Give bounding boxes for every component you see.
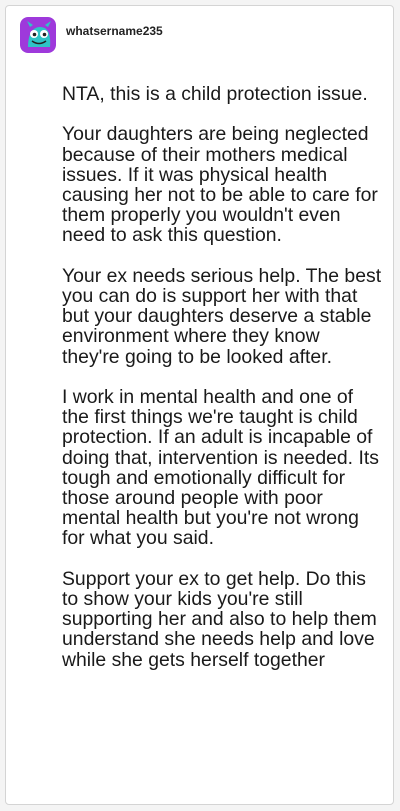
comment-paragraph: Your daughters are being neglected becau… — [62, 123, 378, 247]
comment-paragraph: NTA, this is a child protection issue. — [62, 83, 368, 105]
comment-paragraph: Support your ex to get help. Do this to … — [62, 567, 377, 671]
username[interactable]: whatsername235 — [66, 24, 163, 38]
comment-header: whatsername235 — [20, 17, 163, 53]
comment-paragraph: I work in mental health and one of the f… — [62, 386, 379, 550]
comment-paragraph: Your ex needs serious help. The best you… — [62, 264, 382, 368]
comment-card: whatsername235 NTA, this is a child prot… — [5, 5, 394, 805]
comment-body: NTA, this is a child protection issue. Y… — [62, 84, 382, 670]
avatar-icon[interactable] — [20, 17, 56, 53]
